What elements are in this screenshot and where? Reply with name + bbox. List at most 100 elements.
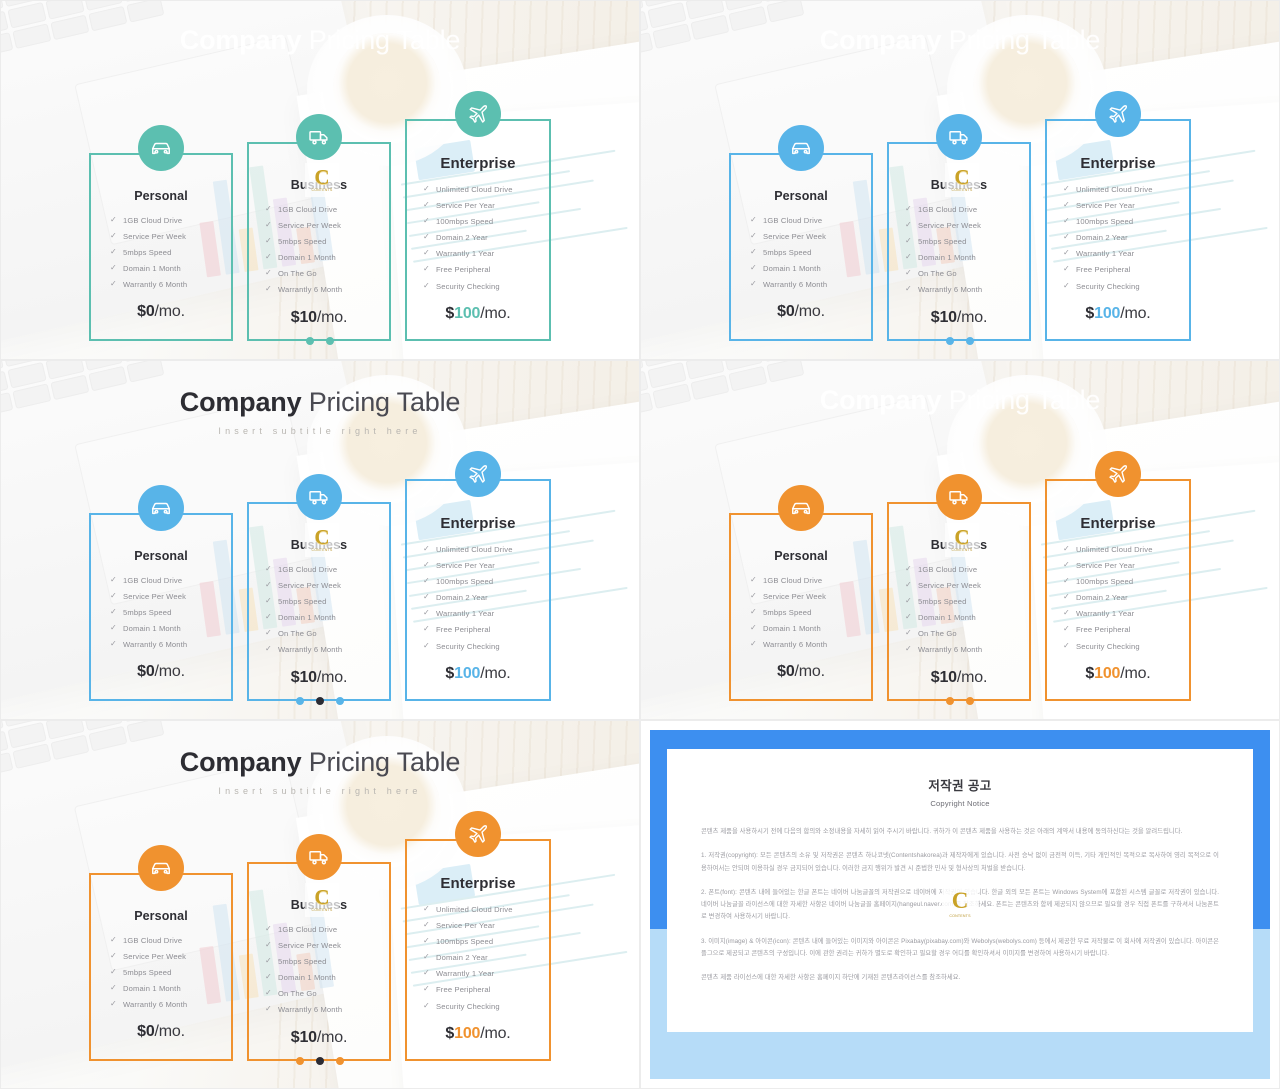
check-icon: ✓ xyxy=(110,591,117,601)
feature-label: 1GB Cloud Drive xyxy=(278,925,338,934)
feature-label: Warrantly 1 Year xyxy=(436,609,495,619)
feature-item: ✓ Free Peripheral xyxy=(1063,624,1180,642)
feature-label: 5mbps Speed xyxy=(123,608,172,618)
plan-price: $10/mo. xyxy=(291,669,348,687)
pagination-dot[interactable] xyxy=(966,697,974,705)
copyright-slide[interactable]: 저작권 공고 Copyright Notice 콘텐츠 제품을 사용하시기 전에… xyxy=(640,720,1280,1089)
plan-name: Enterprise xyxy=(440,155,516,172)
slide-3[interactable]: Company Pricing Table Insert subtitle ri… xyxy=(0,360,640,720)
pagination-dot[interactable] xyxy=(296,697,304,705)
feature-item: ✓ Service Per Week xyxy=(905,220,1020,238)
watermark-letter: C xyxy=(314,525,330,550)
price-currency: $ xyxy=(445,664,455,682)
check-icon: ✓ xyxy=(750,215,757,224)
check-icon: ✓ xyxy=(265,284,272,294)
feature-label: Domain 1 Month xyxy=(278,253,336,263)
slide-4[interactable]: Company Pricing Table Insert subtitle ri… xyxy=(640,360,1280,720)
check-icon: ✓ xyxy=(110,263,117,273)
check-icon: ✓ xyxy=(423,904,430,913)
check-icon: ✓ xyxy=(423,248,430,258)
feature-label: Warrantly 1 Year xyxy=(436,249,495,259)
check-icon: ✓ xyxy=(423,576,430,586)
pricing-card-personal[interactable]: Personal ✓ 1GB Cloud Drive ✓ Service Per We… xyxy=(89,485,233,701)
feature-list: ✓ Unlimited Cloud Drive ✓ Service Per Year ✓… xyxy=(416,185,540,299)
pagination-dot[interactable] xyxy=(946,337,954,345)
feature-label: Warrantly 6 Month xyxy=(123,1000,188,1010)
check-icon: ✓ xyxy=(265,1004,272,1014)
feature-label: Service Per Week xyxy=(918,221,982,231)
pricing-card-enterprise[interactable]: Enterprise ✓ Unlimited Cloud Drive ✓ Servic… xyxy=(1045,451,1191,701)
pagination-dot[interactable] xyxy=(296,1057,304,1065)
title-light: Pricing Table xyxy=(941,385,1101,415)
feature-item: ✓ Unlimited Cloud Drive xyxy=(1063,185,1180,202)
check-icon: ✓ xyxy=(1063,280,1070,290)
feature-list: ✓ 1GB Cloud Drive ✓ Service Per Week ✓ 5mbps … xyxy=(100,216,222,297)
pricing-card-enterprise[interactable]: Enterprise ✓ Unlimited Cloud Drive ✓ Servic… xyxy=(405,91,551,341)
feature-item: ✓ Free Peripheral xyxy=(423,985,540,1002)
pricing-card-personal[interactable]: Personal ✓ 1GB Cloud Drive ✓ Service Per We… xyxy=(729,125,873,341)
price-amount: 100 xyxy=(454,664,481,682)
plan-price: $0/mo. xyxy=(137,1023,185,1041)
feature-item: ✓ Security Checking xyxy=(423,1001,540,1019)
pagination-dot[interactable] xyxy=(306,337,314,345)
car-icon xyxy=(138,125,184,171)
plan-price: $10/mo. xyxy=(931,669,988,687)
feature-item: ✓ Service Per Week xyxy=(265,581,380,598)
slide-2[interactable]: Company Pricing Table Insert subtitle ri… xyxy=(640,0,1280,360)
feature-item: ✓ 100mbps Speed xyxy=(423,937,540,954)
pricing-card-enterprise[interactable]: Enterprise ✓ Unlimited Cloud Drive ✓ Servic… xyxy=(405,451,551,701)
slide-1[interactable]: Company Pricing Table Insert subtitle ri… xyxy=(0,0,640,360)
title-light: Pricing Table xyxy=(301,387,461,417)
pricing-card-personal[interactable]: Personal ✓ 1GB Cloud Drive ✓ Service Per We… xyxy=(89,125,233,341)
check-icon: ✓ xyxy=(1063,624,1070,634)
check-icon: ✓ xyxy=(905,596,912,606)
check-icon: ✓ xyxy=(905,628,912,638)
pagination-dot-active[interactable] xyxy=(316,1057,324,1065)
feature-label: 5mbps Speed xyxy=(763,608,812,618)
pagination-dot[interactable] xyxy=(966,337,974,345)
slide-5[interactable]: Company Pricing Table Insert subtitle ri… xyxy=(0,720,640,1089)
pagination-dot-active[interactable] xyxy=(316,697,324,705)
check-icon: ✓ xyxy=(265,268,272,278)
check-icon: ✓ xyxy=(750,279,757,289)
price-amount: 100 xyxy=(1094,304,1121,322)
feature-label: 1GB Cloud Drive xyxy=(278,565,338,574)
airplane-icon xyxy=(1095,451,1141,497)
pricing-card-enterprise[interactable]: Enterprise ✓ Unlimited Cloud Drive ✓ Servic… xyxy=(405,811,551,1061)
car-icon xyxy=(138,845,184,891)
pagination-dot[interactable] xyxy=(946,697,954,705)
feature-item: ✓ Domain 1 Month xyxy=(750,624,862,641)
check-icon: ✓ xyxy=(110,279,117,289)
pagination-dots xyxy=(641,697,1279,705)
price-currency: $ xyxy=(777,303,786,321)
page-title: Company Pricing Table Insert subtitle ri… xyxy=(1,387,639,437)
feature-list: ✓ Unlimited Cloud Drive ✓ Service Per Year ✓… xyxy=(1056,545,1180,659)
pricing-card-personal[interactable]: Personal ✓ 1GB Cloud Drive ✓ Service Per We… xyxy=(89,845,233,1061)
plan-price: $100/mo. xyxy=(445,1025,510,1043)
feature-label: Domain 2 Year xyxy=(436,233,488,243)
feature-item: ✓ 5mbps Speed xyxy=(110,968,222,985)
pricing-card-enterprise[interactable]: Enterprise ✓ Unlimited Cloud Drive ✓ Servic… xyxy=(1045,91,1191,341)
feature-item: ✓ Domain 2 Year xyxy=(1063,593,1180,610)
pagination-dot[interactable] xyxy=(326,337,334,345)
price-amount: 100 xyxy=(454,304,481,322)
pagination-dot[interactable] xyxy=(336,697,344,705)
check-icon: ✓ xyxy=(423,968,430,978)
check-icon: ✓ xyxy=(423,952,430,962)
feature-item: ✓ Warrantly 6 Month xyxy=(750,279,862,297)
feature-label: Service Per Week xyxy=(763,592,827,602)
feature-label: 100mbps Speed xyxy=(1076,577,1134,587)
price-currency: $ xyxy=(445,1024,455,1042)
check-icon: ✓ xyxy=(265,564,272,573)
feature-item: ✓ Domain 1 Month xyxy=(905,613,1020,630)
plan-price: $0/mo. xyxy=(777,303,825,321)
price-currency: $ xyxy=(1085,304,1095,322)
feature-label: Warrantly 1 Year xyxy=(436,969,495,979)
feature-item: ✓ 1GB Cloud Drive xyxy=(265,205,380,222)
feature-label: On The Go xyxy=(278,989,317,999)
feature-item: ✓ Warrantly 6 Month xyxy=(905,285,1020,302)
pricing-card-personal[interactable]: Personal ✓ 1GB Cloud Drive ✓ Service Per We… xyxy=(729,485,873,701)
pagination-dot[interactable] xyxy=(336,1057,344,1065)
check-icon: ✓ xyxy=(905,220,912,230)
feature-item: ✓ Unlimited Cloud Drive xyxy=(423,545,540,562)
